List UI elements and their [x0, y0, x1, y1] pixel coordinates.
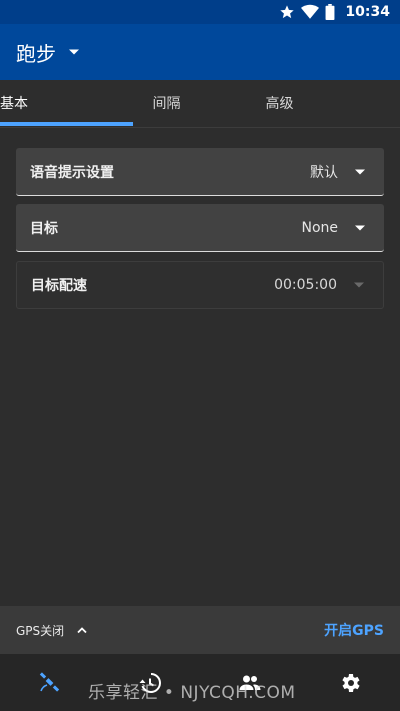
wifi-icon — [301, 4, 320, 19]
chevron-up-icon[interactable] — [76, 626, 88, 634]
goal-setting[interactable]: 目标 None — [16, 204, 384, 252]
activity-type-title[interactable]: 跑步 — [16, 38, 56, 67]
voice-prompt-value: 默认 — [310, 164, 338, 181]
voice-prompt-label: 语音提示设置 — [30, 164, 114, 181]
goal-value: None — [301, 219, 338, 236]
dropdown-arrow-icon — [355, 225, 365, 230]
app-bar: 跑步 — [0, 24, 400, 80]
goal-label: 目标 — [30, 220, 58, 237]
battery-icon — [325, 4, 335, 20]
satellite-icon[interactable] — [37, 670, 63, 696]
status-time: 10:34 — [345, 4, 390, 20]
dropdown-arrow-icon — [354, 282, 364, 288]
dropdown-arrow-icon — [355, 169, 365, 174]
star-icon — [280, 5, 295, 19]
target-pace-value: 00:05:00 — [274, 277, 337, 293]
status-bar: 10:34 — [0, 0, 400, 24]
gps-status-text: GPS关闭 — [16, 623, 65, 638]
target-pace-setting[interactable]: 目标配速 00:05:00 — [16, 261, 384, 309]
tab-advanced[interactable]: 高级 — [213, 80, 346, 125]
settings-gear-icon[interactable] — [337, 670, 363, 696]
active-tab-indicator — [0, 122, 133, 126]
target-pace-label: 目标配速 — [31, 278, 87, 294]
voice-prompt-setting[interactable]: 语音提示设置 默认 — [16, 148, 384, 196]
caret-down-icon[interactable] — [68, 48, 80, 56]
watermark-text: 乐享轻汇 • NJYCQH.COM — [88, 683, 296, 703]
tab-bar: 基本 间隔 高级 — [0, 80, 400, 128]
enable-gps-button[interactable]: 开启GPS — [324, 620, 384, 640]
gps-bar: GPS关闭 开启GPS — [0, 606, 400, 654]
